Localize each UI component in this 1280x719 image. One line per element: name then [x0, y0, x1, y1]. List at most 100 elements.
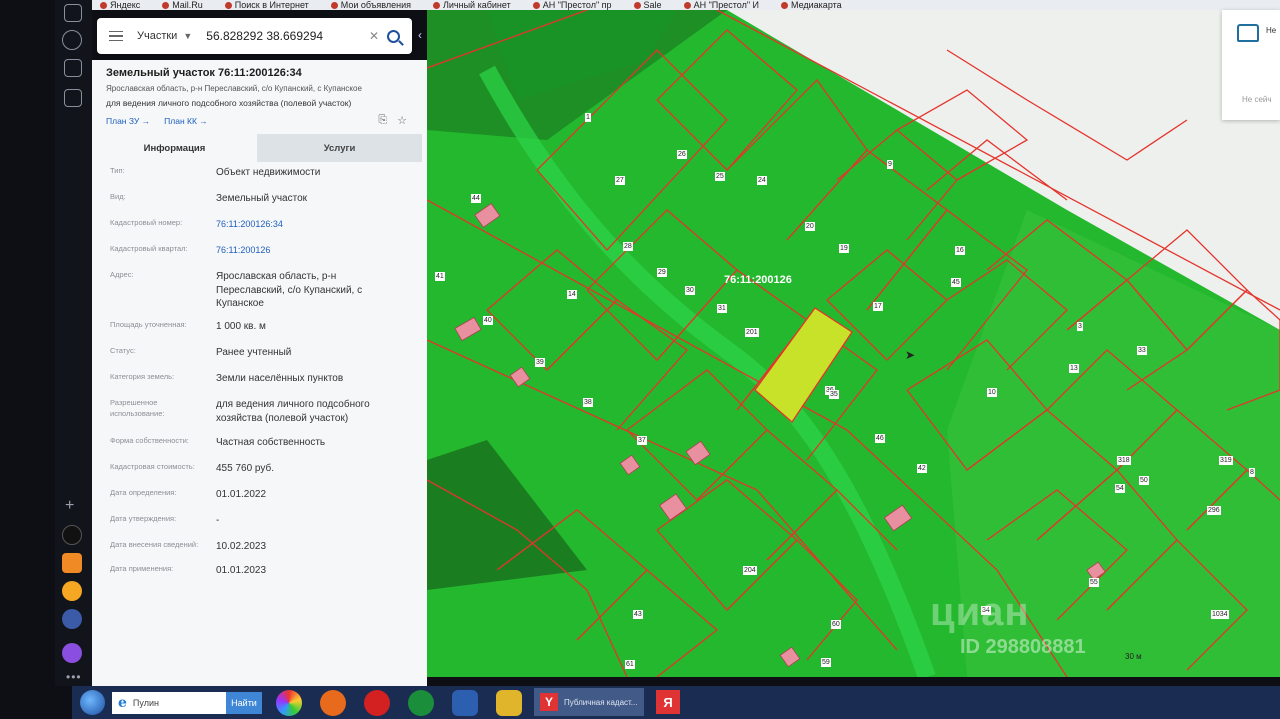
- parcel-number-label[interactable]: 19: [839, 244, 849, 253]
- parcel-number-label[interactable]: 43: [633, 610, 643, 619]
- parcel-number-label[interactable]: 50: [1139, 476, 1149, 485]
- parcel-number-label[interactable]: 24: [757, 176, 767, 185]
- parcel-number-label[interactable]: 201: [745, 328, 759, 337]
- bookmark-icon: [100, 1, 107, 9]
- parcel-number-label[interactable]: 8: [1249, 468, 1255, 477]
- parcel-number-label[interactable]: 55: [1089, 578, 1099, 587]
- parcel-number-label[interactable]: 9: [887, 160, 893, 169]
- parcel-number-label[interactable]: 13: [1069, 364, 1079, 373]
- bookmark-item[interactable]: Sale: [633, 0, 662, 10]
- plan-zu-link[interactable]: План ЗУ →: [106, 116, 150, 126]
- parcel-number-label[interactable]: 3: [1077, 322, 1083, 331]
- paint-app-icon[interactable]: [276, 690, 302, 716]
- bookmark-label: Sale: [643, 0, 662, 10]
- opera-icon[interactable]: [364, 690, 390, 716]
- collapse-panel-icon[interactable]: ‹: [418, 28, 422, 42]
- info-row-label: Кадастровый номер:: [110, 218, 183, 227]
- parcel-number-label[interactable]: 28: [623, 242, 633, 251]
- bookmarks-panel-icon[interactable]: [64, 4, 82, 22]
- print-icon[interactable]: ⎘: [378, 114, 387, 127]
- parcel-number-label[interactable]: 61: [625, 660, 635, 669]
- parcel-number-label[interactable]: 31: [717, 304, 727, 313]
- parcel-number-label[interactable]: 14: [567, 290, 577, 299]
- yandex-browser-icon: Y: [540, 693, 558, 711]
- tab-services[interactable]: Услуги: [257, 134, 422, 162]
- tab-three-icon[interactable]: [64, 59, 82, 77]
- clear-icon[interactable]: ✕: [369, 29, 379, 43]
- yandex-browser-window-button[interactable]: Y Публичная кадаст...: [534, 688, 644, 716]
- parcel-number-label[interactable]: 1034: [1211, 610, 1229, 619]
- bookmark-item[interactable]: АН "Престол" И: [683, 0, 759, 10]
- parcel-number-label[interactable]: 20: [805, 222, 815, 231]
- parcel-number-label[interactable]: 39: [535, 358, 545, 367]
- map-canvas[interactable]: [427, 10, 1280, 677]
- parcel-number-label[interactable]: 60: [831, 620, 841, 629]
- add-panel-icon[interactable]: +: [65, 497, 74, 515]
- parcel-number-label[interactable]: 40: [483, 316, 493, 325]
- plan-kk-link[interactable]: План КК →: [164, 116, 208, 126]
- parcel-number-label[interactable]: 319: [1219, 456, 1233, 465]
- bookmark-item[interactable]: Личный кабинет: [432, 0, 511, 10]
- parcel-number-label[interactable]: 27: [615, 176, 625, 185]
- parcel-number-label[interactable]: 38: [583, 398, 593, 407]
- parcel-number-label[interactable]: 33: [1137, 346, 1147, 355]
- document-app-icon[interactable]: [452, 690, 478, 716]
- parcel-number-label[interactable]: 35: [829, 390, 839, 399]
- parcel-number-label[interactable]: 46: [875, 434, 885, 443]
- bookmark-item[interactable]: Яндекс: [100, 0, 140, 10]
- parcel-number-label[interactable]: 10: [987, 388, 997, 397]
- notification-popup[interactable]: Не Не сейч: [1222, 10, 1280, 120]
- parcel-number-label[interactable]: 45: [951, 278, 961, 287]
- media-player-icon[interactable]: [320, 690, 346, 716]
- menu-icon[interactable]: [109, 30, 123, 42]
- play-icon[interactable]: [62, 30, 82, 50]
- info-row-value[interactable]: 76:11:200126: [216, 244, 396, 256]
- bookmark-item[interactable]: АН "Престол" пр: [532, 0, 612, 10]
- parcel-number-label[interactable]: 29: [657, 268, 667, 277]
- parcel-number-label[interactable]: 17: [873, 302, 883, 311]
- tiktok-icon[interactable]: [62, 525, 82, 545]
- file-explorer-icon[interactable]: [496, 690, 522, 716]
- parcel-number-label[interactable]: 42: [917, 464, 927, 473]
- info-row-value[interactable]: 76:11:200126:34: [216, 218, 396, 230]
- parcel-number-label[interactable]: 25: [715, 172, 725, 181]
- parcel-number-label[interactable]: 44: [471, 194, 481, 203]
- bookmark-item[interactable]: Мои объявления: [330, 0, 411, 10]
- parcel-number-label[interactable]: 296: [1207, 506, 1221, 515]
- search-mode-select[interactable]: Участки: [137, 30, 177, 42]
- info-row-label: Форма собственности:: [110, 436, 189, 445]
- favorite-star-icon[interactable]: ☆: [397, 114, 407, 127]
- parcel-number-label[interactable]: 54: [1115, 484, 1125, 493]
- map-search-bar[interactable]: Участки ▼ 56.828292 38.669294 ✕: [97, 18, 412, 54]
- eye-app-icon[interactable]: [408, 690, 434, 716]
- bookmark-item[interactable]: Медиакарта: [780, 0, 842, 10]
- alice-icon[interactable]: [62, 643, 82, 663]
- info-row-value: Земли населённых пунктов: [216, 373, 344, 384]
- parcel-number-label[interactable]: 41: [435, 272, 445, 281]
- parcel-number-label[interactable]: 1: [585, 113, 591, 122]
- start-button[interactable]: [80, 690, 105, 715]
- parcel-number-label[interactable]: 59: [821, 658, 831, 667]
- parcel-number-label[interactable]: 26: [677, 150, 687, 159]
- parcel-number-label[interactable]: 204: [743, 566, 757, 575]
- taskbar-search-button[interactable]: Найти: [226, 692, 262, 714]
- parcel-number-label[interactable]: 30: [685, 286, 695, 295]
- parcel-number-label[interactable]: 37: [637, 436, 647, 445]
- taskbar-search-input[interactable]: Пулин: [133, 698, 159, 708]
- parcel-number-label[interactable]: 318: [1117, 456, 1131, 465]
- music-icon[interactable]: [62, 581, 82, 601]
- coordinates-input[interactable]: 56.828292 38.669294: [206, 29, 369, 43]
- tab-information[interactable]: Информация: [92, 134, 257, 162]
- yandex-icon[interactable]: Я: [656, 690, 680, 714]
- popup-dismiss[interactable]: Не сейч: [1242, 95, 1272, 104]
- odnoklassniki-icon[interactable]: [62, 553, 82, 573]
- chevron-down-icon[interactable]: ▼: [183, 31, 192, 41]
- bookmark-item[interactable]: Поиск в Интернет: [224, 0, 309, 10]
- more-icon[interactable]: •••: [66, 670, 82, 684]
- messenger-icon[interactable]: [62, 609, 82, 629]
- cadastral-map[interactable]: 1272625249442829303120191741144039383635…: [427, 10, 1280, 677]
- search-icon[interactable]: [387, 29, 400, 43]
- bookmark-item[interactable]: Mail.Ru: [162, 0, 203, 10]
- parcel-number-label[interactable]: 16: [955, 246, 965, 255]
- screenshot-icon[interactable]: [64, 89, 82, 107]
